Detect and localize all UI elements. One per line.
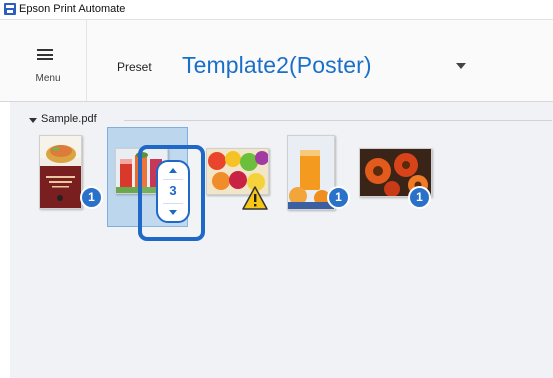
dropdown-arrow-icon[interactable]	[456, 63, 466, 69]
copies-badge-page-5: 1	[408, 186, 431, 209]
file-group-name: Sample.pdf	[41, 113, 97, 125]
copies-value[interactable]: 3	[158, 183, 188, 199]
warning-icon	[242, 186, 268, 210]
job-list-area: Sample.pdf	[10, 102, 553, 378]
file-group-header[interactable]: Sample.pdf	[24, 113, 552, 127]
menu-button[interactable]: Menu	[10, 20, 87, 101]
preset-label: Preset	[117, 60, 152, 74]
stepper-divider-bottom	[163, 203, 183, 204]
chevron-up-icon[interactable]	[169, 168, 177, 173]
thumbnail-page-1[interactable]	[39, 135, 82, 209]
stepper-divider-top	[163, 179, 183, 180]
group-divider	[124, 120, 552, 121]
title-bar: Epson Print Automate	[0, 0, 553, 20]
copies-badge-page-4: 1	[327, 186, 350, 209]
copies-stepper[interactable]: 3	[156, 160, 190, 223]
preset-select[interactable]: Template2(Poster)	[182, 52, 372, 79]
collapse-arrow-icon[interactable]	[29, 118, 37, 123]
recipe-book-image	[40, 136, 81, 208]
hamburger-icon	[37, 49, 53, 60]
window-title: Epson Print Automate	[19, 3, 126, 15]
app-header: Menu Preset Template2(Poster)	[0, 20, 553, 102]
epson-app-icon	[4, 3, 16, 15]
menu-label: Menu	[35, 73, 61, 84]
copies-badge-page-1: 1	[80, 186, 103, 209]
chevron-down-icon[interactable]	[169, 210, 177, 215]
